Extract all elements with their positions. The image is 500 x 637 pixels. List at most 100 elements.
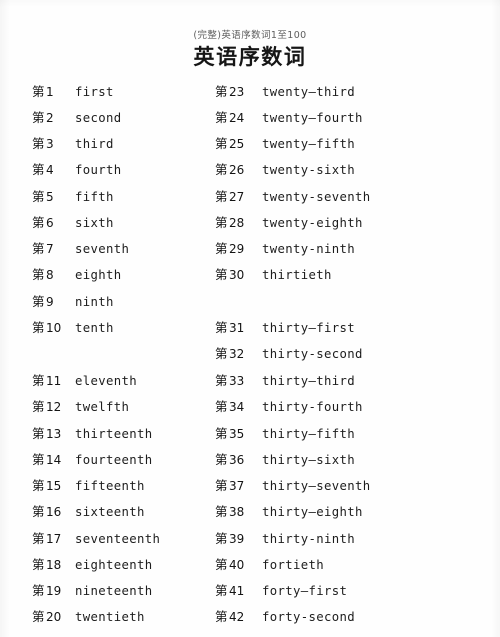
ordinal-row: 第 41 forty—first: [215, 578, 347, 605]
ordinal-row: 第 1 first: [32, 79, 113, 106]
ordinal-row: 第 5 fifth: [32, 184, 113, 211]
ordinal-word: fourth: [75, 163, 122, 177]
ordinal-word: thirtieth: [262, 268, 332, 282]
ordinal-row: 第 34 thirty-fourth: [215, 394, 362, 421]
ordinal-word: twentieth: [75, 610, 145, 624]
ordinal-prefix: 第: [32, 452, 45, 467]
ordinal-prefix: 第: [215, 267, 228, 282]
ordinal-prefix: 第: [32, 241, 45, 256]
ordinal-row: 第 27 twenty-seventh: [215, 184, 370, 211]
ordinal-number: 20: [46, 610, 62, 624]
ordinal-prefix: 第: [32, 373, 45, 388]
ordinal-prefix: 第: [32, 294, 45, 309]
ordinal-word: forty-third: [262, 631, 347, 637]
ordinal-prefix: 第: [32, 215, 45, 230]
ordinal-word: fifth: [75, 190, 114, 204]
ordinal-word: twenty-first: [75, 631, 168, 637]
ordinal-number: 2: [46, 111, 54, 125]
ordinal-row: 第 42 forty-second: [215, 604, 355, 631]
ordinal-number: 30: [229, 268, 245, 282]
ordinal-word: seventh: [75, 242, 130, 256]
ordinal-word: twenty—fifth: [262, 137, 356, 151]
ordinal-prefix: 第: [215, 84, 228, 99]
ordinal-number: 13: [46, 427, 62, 441]
ordinal-column-left: 第 1 first 第 2 second 第 3 third 第 4 fourth 第 5 fifth 第 6 s…: [32, 0, 222, 637]
ordinal-number: 12: [46, 400, 62, 414]
ordinal-number: 41: [229, 584, 245, 598]
ordinal-prefix: 第: [32, 531, 45, 546]
ordinal-prefix: 第: [215, 346, 228, 361]
ordinal-number: 15: [46, 479, 62, 493]
ordinal-prefix: 第: [32, 189, 45, 204]
ordinal-word: eleventh: [75, 374, 138, 388]
ordinal-row: 第21twenty-first: [32, 631, 61, 637]
ordinal-prefix: 第: [32, 504, 45, 519]
ordinal-list: 第 1 first 第 2 second 第 3 third 第 4 fourth 第 5 fifth 第 6 s…: [0, 0, 500, 637]
ordinal-number: 3: [46, 137, 54, 151]
ordinal-row: 第 20 twentieth: [32, 604, 144, 631]
ordinal-row: 第 10 tenth: [32, 315, 113, 342]
ordinal-word: thirty—sixth: [262, 453, 356, 467]
ordinal-number: 5: [46, 190, 54, 204]
ordinal-row: 第 39 thirty-ninth: [215, 526, 355, 553]
ordinal-word: twenty-eighth: [262, 216, 363, 230]
ordinal-row: 第 11 eleventh: [32, 368, 137, 395]
ordinal-row: 第 16 sixteenth: [32, 499, 144, 526]
ordinal-row: 第 25 twenty—fifth: [215, 131, 355, 158]
ordinal-prefix: 第: [215, 215, 228, 230]
ordinal-row: 第 40 fortieth: [215, 552, 324, 579]
ordinal-number: 40: [229, 558, 245, 572]
ordinal-row: 第 33 thirty—third: [215, 368, 355, 395]
ordinal-word: forty-second: [262, 610, 356, 624]
ordinal-number: 4: [46, 163, 54, 177]
ordinal-prefix: 第: [215, 478, 228, 493]
ordinal-row: 第 28 twenty-eighth: [215, 210, 362, 237]
ordinal-word: seventeenth: [75, 532, 161, 546]
ordinal-prefix: 第: [32, 609, 45, 624]
ordinal-prefix: 第: [215, 189, 228, 204]
ordinal-row: 第43forty-third: [215, 631, 244, 637]
ordinal-number: 32: [229, 347, 245, 361]
ordinal-prefix: 第: [32, 267, 45, 282]
ordinal-number: 1: [46, 85, 54, 99]
ordinal-number: 6: [46, 216, 54, 230]
ordinal-prefix: 第: [215, 531, 228, 546]
ordinal-row: 第 38 thirty—eighth: [215, 499, 362, 526]
ordinal-prefix: 第: [32, 557, 45, 572]
ordinal-prefix: 第: [215, 399, 228, 414]
ordinal-prefix: 第: [32, 399, 45, 414]
ordinal-prefix: 第: [32, 136, 45, 151]
ordinal-word: thirty—third: [262, 374, 356, 388]
ordinal-number: 28: [229, 216, 245, 230]
ordinal-word: first: [75, 85, 114, 99]
ordinal-word: eighth: [75, 268, 122, 282]
ordinal-prefix: 第: [215, 504, 228, 519]
ordinal-number: 19: [46, 584, 62, 598]
ordinal-row: 第 29 twenty-ninth: [215, 236, 355, 263]
ordinal-word: fifteenth: [75, 479, 145, 493]
ordinal-prefix: 第: [215, 110, 228, 125]
ordinal-prefix: 第: [215, 631, 228, 637]
ordinal-word: twenty-ninth: [262, 242, 356, 256]
ordinal-word: sixth: [75, 216, 114, 230]
ordinal-word: twelfth: [75, 400, 130, 414]
ordinal-number: 11: [46, 374, 62, 388]
ordinal-number: 42: [229, 610, 245, 624]
ordinal-prefix: 第: [215, 557, 228, 572]
ordinal-prefix: 第: [32, 478, 45, 493]
ordinal-row: 第 23 twenty—third: [215, 79, 355, 106]
ordinal-row: 第 35 thirty—fifth: [215, 421, 355, 448]
ordinal-word: sixteenth: [75, 505, 145, 519]
ordinal-prefix: 第: [215, 241, 228, 256]
ordinal-word: thirty—seventh: [262, 479, 371, 493]
ordinal-word: twenty-seventh: [262, 190, 371, 204]
ordinal-row: 第 32 thirty-second: [215, 341, 362, 368]
ordinal-number: 7: [46, 242, 54, 256]
ordinal-row: 第 18 eighteenth: [32, 552, 152, 579]
ordinal-word: twenty—fourth: [262, 111, 363, 125]
ordinal-prefix: 第: [215, 373, 228, 388]
ordinal-prefix: 第: [32, 426, 45, 441]
ordinal-prefix: 第: [32, 84, 45, 99]
ordinal-row: 第 6 sixth: [32, 210, 113, 237]
ordinal-number: 38: [229, 505, 245, 519]
